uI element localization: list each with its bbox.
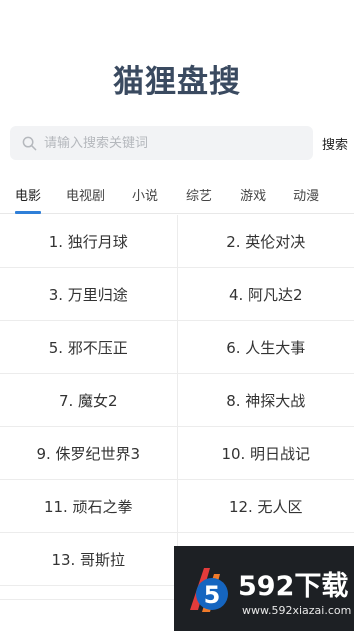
category-tabs: 电影 电视剧 小说 综艺 游戏 动漫 (0, 172, 354, 214)
page-title: 猫狸盘搜 (113, 64, 241, 100)
results-row: 1. 独行月球 2. 英伦对决 (0, 215, 354, 268)
result-item[interactable]: 3. 万里归途 (0, 268, 178, 320)
watermark-url: www.592xiazai.com (242, 604, 352, 617)
tab-movies[interactable]: 电影 (15, 172, 42, 214)
results-grid: 1. 独行月球 2. 英伦对决 3. 万里归途 4. 阿凡达2 5. 邪不压正 … (0, 215, 354, 600)
result-item[interactable]: 2. 英伦对决 (178, 215, 354, 267)
result-item[interactable]: 7. 魔女2 (0, 374, 178, 426)
tab-anime[interactable]: 动漫 (293, 172, 319, 213)
search-input[interactable] (44, 135, 294, 151)
site-watermark: 5 592下载 www.592xiazai.com (174, 546, 354, 631)
tab-games[interactable]: 游戏 (240, 172, 266, 213)
results-row: 3. 万里归途 4. 阿凡达2 (0, 268, 354, 321)
result-item[interactable]: 1. 独行月球 (0, 215, 178, 267)
result-item[interactable]: 12. 无人区 (178, 480, 354, 532)
search-icon (22, 135, 38, 151)
result-item[interactable]: 11. 顽石之拳 (0, 480, 178, 532)
result-item[interactable]: 5. 邪不压正 (0, 321, 178, 373)
result-item[interactable]: 13. 哥斯拉 (0, 533, 178, 585)
results-row: 11. 顽石之拳 12. 无人区 (0, 480, 354, 533)
result-item[interactable]: 6. 人生大事 (178, 321, 354, 373)
results-row: 5. 邪不压正 6. 人生大事 (0, 321, 354, 374)
results-row: 7. 魔女2 8. 神探大战 (0, 374, 354, 427)
tab-novels[interactable]: 小说 (132, 172, 158, 213)
result-item[interactable]: 8. 神探大战 (178, 374, 354, 426)
search-button[interactable]: 搜索 (322, 134, 348, 153)
result-item[interactable]: 9. 侏罗纪世界3 (0, 427, 178, 479)
results-row: 9. 侏罗纪世界3 10. 明日战记 (0, 427, 354, 480)
result-item[interactable]: 10. 明日战记 (178, 427, 354, 479)
watermark-logo-digit: 5 (204, 581, 221, 609)
watermark-logo-icon: 5 (190, 568, 228, 612)
watermark-brand: 592下载 (238, 571, 349, 602)
tab-tv-series[interactable]: 电视剧 (66, 172, 105, 213)
result-item[interactable]: 4. 阿凡达2 (178, 268, 354, 320)
tab-variety[interactable]: 综艺 (186, 172, 212, 213)
result-item-cutoff (0, 586, 178, 599)
search-bar[interactable] (10, 126, 313, 160)
